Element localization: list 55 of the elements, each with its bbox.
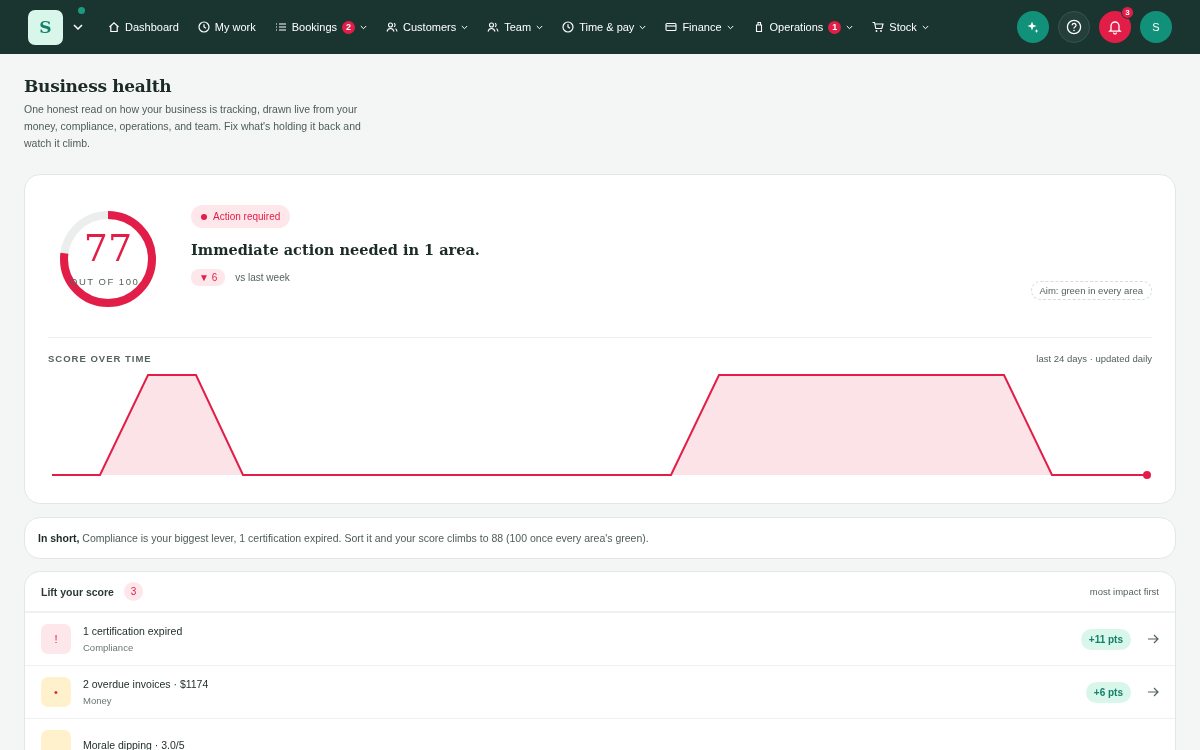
action-title: 1 certification expired	[83, 625, 183, 637]
logo[interactable]: S	[28, 9, 63, 45]
status-badge: Action required	[191, 205, 291, 228]
action-area: Money	[83, 695, 209, 706]
chevron-icon[interactable]	[73, 24, 83, 30]
list-icon	[274, 21, 287, 33]
points-badge: +11 pts	[1080, 628, 1131, 650]
notification-badge: 3	[1121, 6, 1134, 19]
action-row[interactable]: ! 1 certification expired Compliance +11 pts	[25, 613, 1175, 666]
delta-label: vs last week	[235, 272, 290, 283]
clock-icon	[197, 21, 210, 33]
arrow-icon	[1147, 687, 1159, 697]
arrow-icon	[1147, 634, 1159, 644]
severity-icon: •	[41, 677, 71, 707]
page-title: Business health	[24, 76, 173, 96]
bell-icon	[1107, 19, 1123, 35]
headline: Immediate action needed in 1 area.	[191, 241, 480, 258]
trend-note: last 24 days · updated daily	[1036, 353, 1152, 364]
card-icon	[665, 21, 678, 33]
help-button[interactable]	[1058, 11, 1090, 43]
home-icon	[108, 21, 120, 33]
page-description: One honest read on how your business is tracking, drawn live from your money, compliance, operations, and team. Fix what's holding it back and watch it climb.	[24, 102, 362, 151]
summary-text: In short, Compliance is your biggest lever, 1 certification expired. Sort it and your score climbs to 88 (100 once every area's green).	[38, 532, 650, 544]
action-row[interactable]: • 2 overdue invoices · $1174 Money +6 pts	[25, 666, 1175, 719]
nav-item[interactable]: Time & pay	[562, 21, 647, 33]
status-dot	[78, 7, 85, 14]
cart-icon	[872, 21, 885, 33]
section-title: Lift your score	[41, 585, 114, 598]
sparkle-button[interactable]	[1017, 11, 1049, 43]
nav-item[interactable]: Dashboard	[108, 21, 179, 33]
count-badge: 2	[342, 20, 356, 34]
notifications-button[interactable]	[1099, 11, 1131, 43]
nav-item[interactable]: Operations 1	[752, 20, 854, 34]
action-title: 2 overdue invoices · $1174	[83, 678, 209, 690]
points-badge: +6 pts	[1085, 681, 1131, 703]
avatar-button[interactable]: S	[1140, 11, 1172, 43]
action-area: Compliance	[83, 642, 183, 653]
nav-item[interactable]: Finance	[665, 21, 734, 33]
nav-item[interactable]: Team	[487, 21, 544, 33]
count-badge: 3	[123, 582, 143, 601]
people-icon	[487, 21, 500, 33]
severity-icon: !	[41, 624, 71, 654]
delta-badge: ▼ 6	[191, 269, 226, 286]
nav-item[interactable]: Customers	[386, 21, 469, 33]
score-value: 77	[82, 229, 134, 267]
people-icon	[386, 21, 399, 33]
clock-icon	[562, 21, 575, 33]
count-badge: 1	[828, 20, 842, 34]
sparkle-icon	[1026, 20, 1040, 34]
nav-item[interactable]: Stock	[872, 21, 929, 33]
nav-item[interactable]: My work	[197, 21, 256, 33]
section-title: SCORE OVER TIME	[48, 353, 152, 364]
nav-item[interactable]: Bookings 2	[274, 20, 368, 34]
sort-label: most impact first	[1089, 586, 1159, 597]
help-icon	[1066, 19, 1082, 35]
